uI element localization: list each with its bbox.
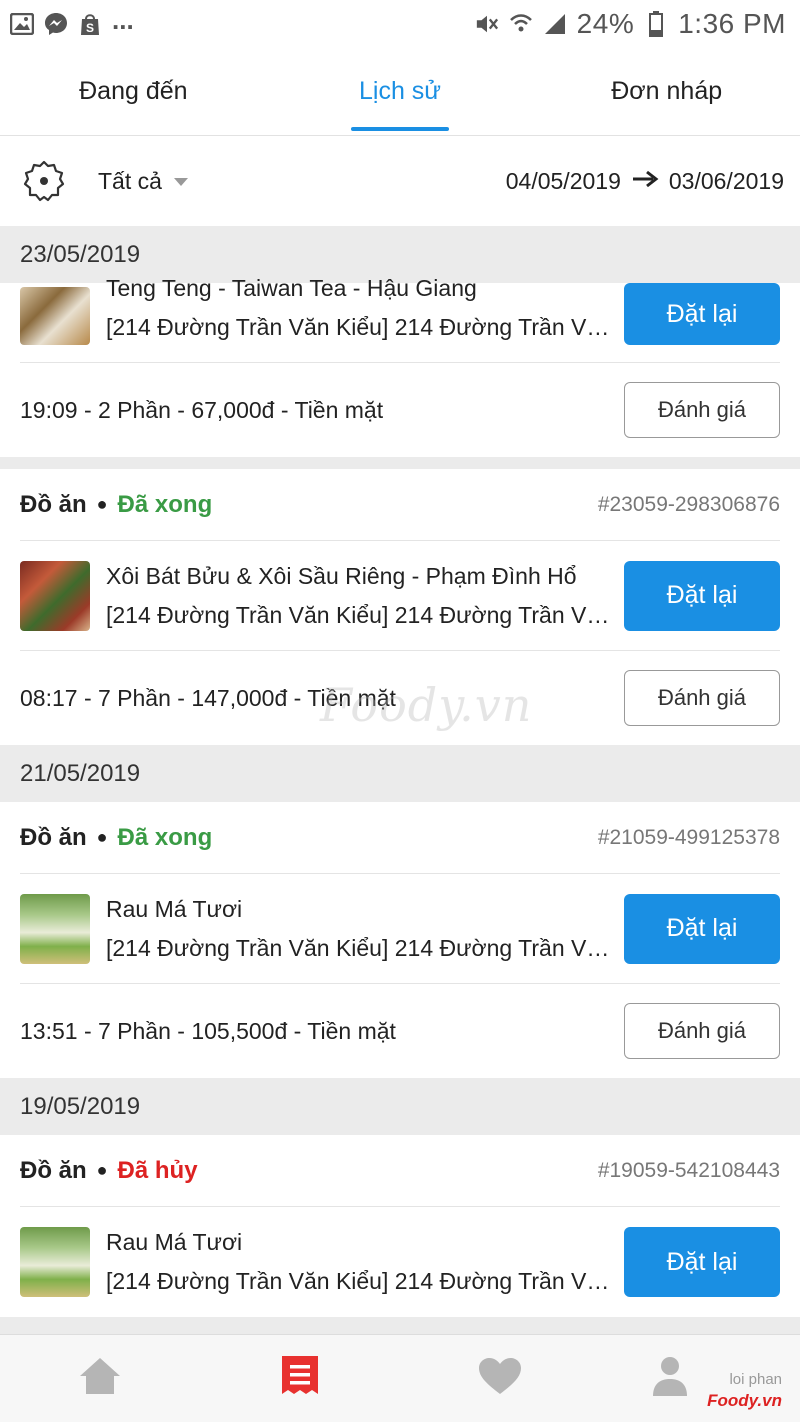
restaurant-thumbnail (20, 287, 90, 345)
date-to: 03/06/2019 (668, 167, 784, 194)
order-tabs: Đang đến Lịch sử Đơn nháp (0, 48, 800, 136)
wifi-icon (509, 12, 533, 36)
messenger-icon (44, 12, 68, 36)
foody-logo: Foody.vn (707, 1391, 782, 1410)
restaurant-name: Rau Má Tươi (106, 1229, 243, 1255)
date-range-picker[interactable]: 04/05/2019 03/06/2019 (506, 168, 784, 195)
signal-icon (543, 12, 567, 36)
date-group-header: 19/05/2019 (0, 1078, 800, 1135)
svg-text:S: S (86, 21, 94, 35)
reorder-button[interactable]: Đặt lại (624, 560, 780, 631)
reorder-button[interactable]: Đặt lại (624, 1227, 780, 1297)
order-type: Đồ ăn (20, 823, 87, 851)
category-label: Tất cả (98, 167, 162, 194)
rate-button[interactable]: Đánh giá (624, 1003, 780, 1059)
bullet-separator: ● (96, 827, 108, 847)
nav-orders[interactable] (200, 1335, 400, 1422)
restaurant-thumbnail (20, 893, 90, 964)
shopee-icon: S (78, 12, 102, 36)
delivery-address: [214 Đường Trần Văn Kiểu] 214 Đường Trần… (106, 601, 612, 628)
restaurant-name: Teng Teng - Taiwan Tea - Hậu Giang (106, 275, 477, 301)
order-header: Đồ ăn ● Đã hủy #19059-542108443 (20, 1135, 780, 1207)
rate-button[interactable]: Đánh giá (624, 382, 780, 438)
date-from: 04/05/2019 (505, 167, 621, 194)
tab-upcoming[interactable]: Đang đến (0, 48, 267, 135)
caret-down-icon (173, 178, 188, 186)
foody-watermark: Foody.vn (320, 678, 533, 732)
tab-history[interactable]: Lịch sử (267, 48, 534, 135)
order-item-row[interactable]: Rau Má Tươi [214 Đường Trần Văn Kiểu] 21… (20, 874, 780, 984)
order-footer: 13:51 - 7 Phần - 105,500đ - Tiền mặt Đán… (20, 984, 780, 1078)
order-card: Đồ ăn ● Đã xong #21059-499125378 Rau Má … (0, 802, 800, 1078)
delivery-address: [214 Đường Trần Văn Kiểu] 214 Đường Trần… (106, 314, 612, 340)
clock: 1:36 PM (678, 8, 786, 39)
receipt-icon (280, 1354, 320, 1403)
heart-icon (477, 1356, 523, 1401)
order-status: Đã xong (117, 490, 213, 518)
mute-icon (475, 12, 499, 36)
order-item-row[interactable]: Rau Má Tươi [214 Đường Trần Văn Kiểu] 21… (20, 1207, 780, 1317)
order-type: Đồ ăn (20, 490, 87, 518)
date-group-header: 21/05/2019 (0, 745, 800, 802)
bullet-separator: ● (96, 494, 108, 514)
status-bar: S ... 24% 1:36 PM (0, 0, 800, 48)
order-footer: 19:09 - 2 Phần - 67,000đ - Tiền mặt Đánh… (20, 363, 780, 457)
restaurant-thumbnail (20, 560, 90, 631)
reorder-button[interactable]: Đặt lại (624, 283, 780, 345)
order-status: Đã hủy (117, 1156, 198, 1184)
order-summary: 19:09 - 2 Phần - 67,000đ - Tiền mặt (20, 396, 384, 423)
bullet-separator: ● (96, 1160, 108, 1180)
bottom-navigation: loi phan Foody.vn (0, 1334, 800, 1422)
order-item-row[interactable]: Xôi Bát Bửu & Xôi Sầu Riêng - Phạm Đình … (20, 541, 780, 651)
order-code: #23059-298306876 (597, 492, 780, 516)
arrow-right-icon (631, 168, 659, 195)
order-history-list[interactable]: 23/05/2019 Teng Teng - Taiwan Tea - Hậu … (0, 226, 800, 1334)
order-code: #19059-542108443 (597, 1158, 780, 1182)
order-header: Đồ ăn ● Đã xong #21059-499125378 (20, 802, 780, 874)
order-code: #21059-499125378 (597, 825, 780, 849)
restaurant-thumbnail (20, 1227, 90, 1297)
order-card: Đồ ăn ● Đã hủy #19059-542108443 Rau Má T… (0, 1135, 800, 1317)
tab-drafts[interactable]: Đơn nháp (533, 48, 800, 135)
gallery-icon (10, 12, 34, 36)
category-dropdown[interactable]: Tất cả (98, 168, 188, 195)
card-divider (0, 457, 800, 469)
order-header: Đồ ăn ● Đã xong #23059-298306876 (20, 469, 780, 541)
order-status: Đã xong (117, 823, 213, 851)
filter-bar: Tất cả 04/05/2019 03/06/2019 (0, 136, 800, 226)
battery-percent: 24% (576, 8, 635, 39)
nav-profile[interactable]: loi phan Foody.vn (600, 1335, 800, 1422)
home-icon (78, 1356, 122, 1401)
delivery-address: [214 Đường Trần Văn Kiểu] 214 Đường Trần… (106, 1268, 612, 1294)
nav-favorites[interactable] (400, 1335, 600, 1422)
reorder-button[interactable]: Đặt lại (624, 893, 780, 964)
order-type: Đồ ăn (20, 1156, 87, 1184)
more-notifications-icon: ... (112, 4, 134, 35)
user-avatar-icon (652, 1355, 688, 1402)
user-name: loi phan (729, 1371, 782, 1388)
delivery-address: [214 Đường Trần Văn Kiểu] 214 Đường Trần… (106, 934, 612, 961)
order-card: Teng Teng - Taiwan Tea - Hậu Giang [214 … (0, 275, 800, 457)
order-item-row[interactable]: Teng Teng - Taiwan Tea - Hậu Giang [214 … (20, 275, 780, 363)
nav-home[interactable] (0, 1335, 200, 1422)
settings-gear-icon[interactable] (22, 159, 66, 203)
order-summary: 13:51 - 7 Phần - 105,500đ - Tiền mặt (20, 1017, 396, 1044)
restaurant-name: Xôi Bát Bửu & Xôi Sầu Riêng - Phạm Đình … (106, 562, 577, 589)
rate-button[interactable]: Đánh giá (624, 670, 780, 726)
battery-icon (644, 11, 668, 37)
restaurant-name: Rau Má Tươi (106, 895, 243, 922)
